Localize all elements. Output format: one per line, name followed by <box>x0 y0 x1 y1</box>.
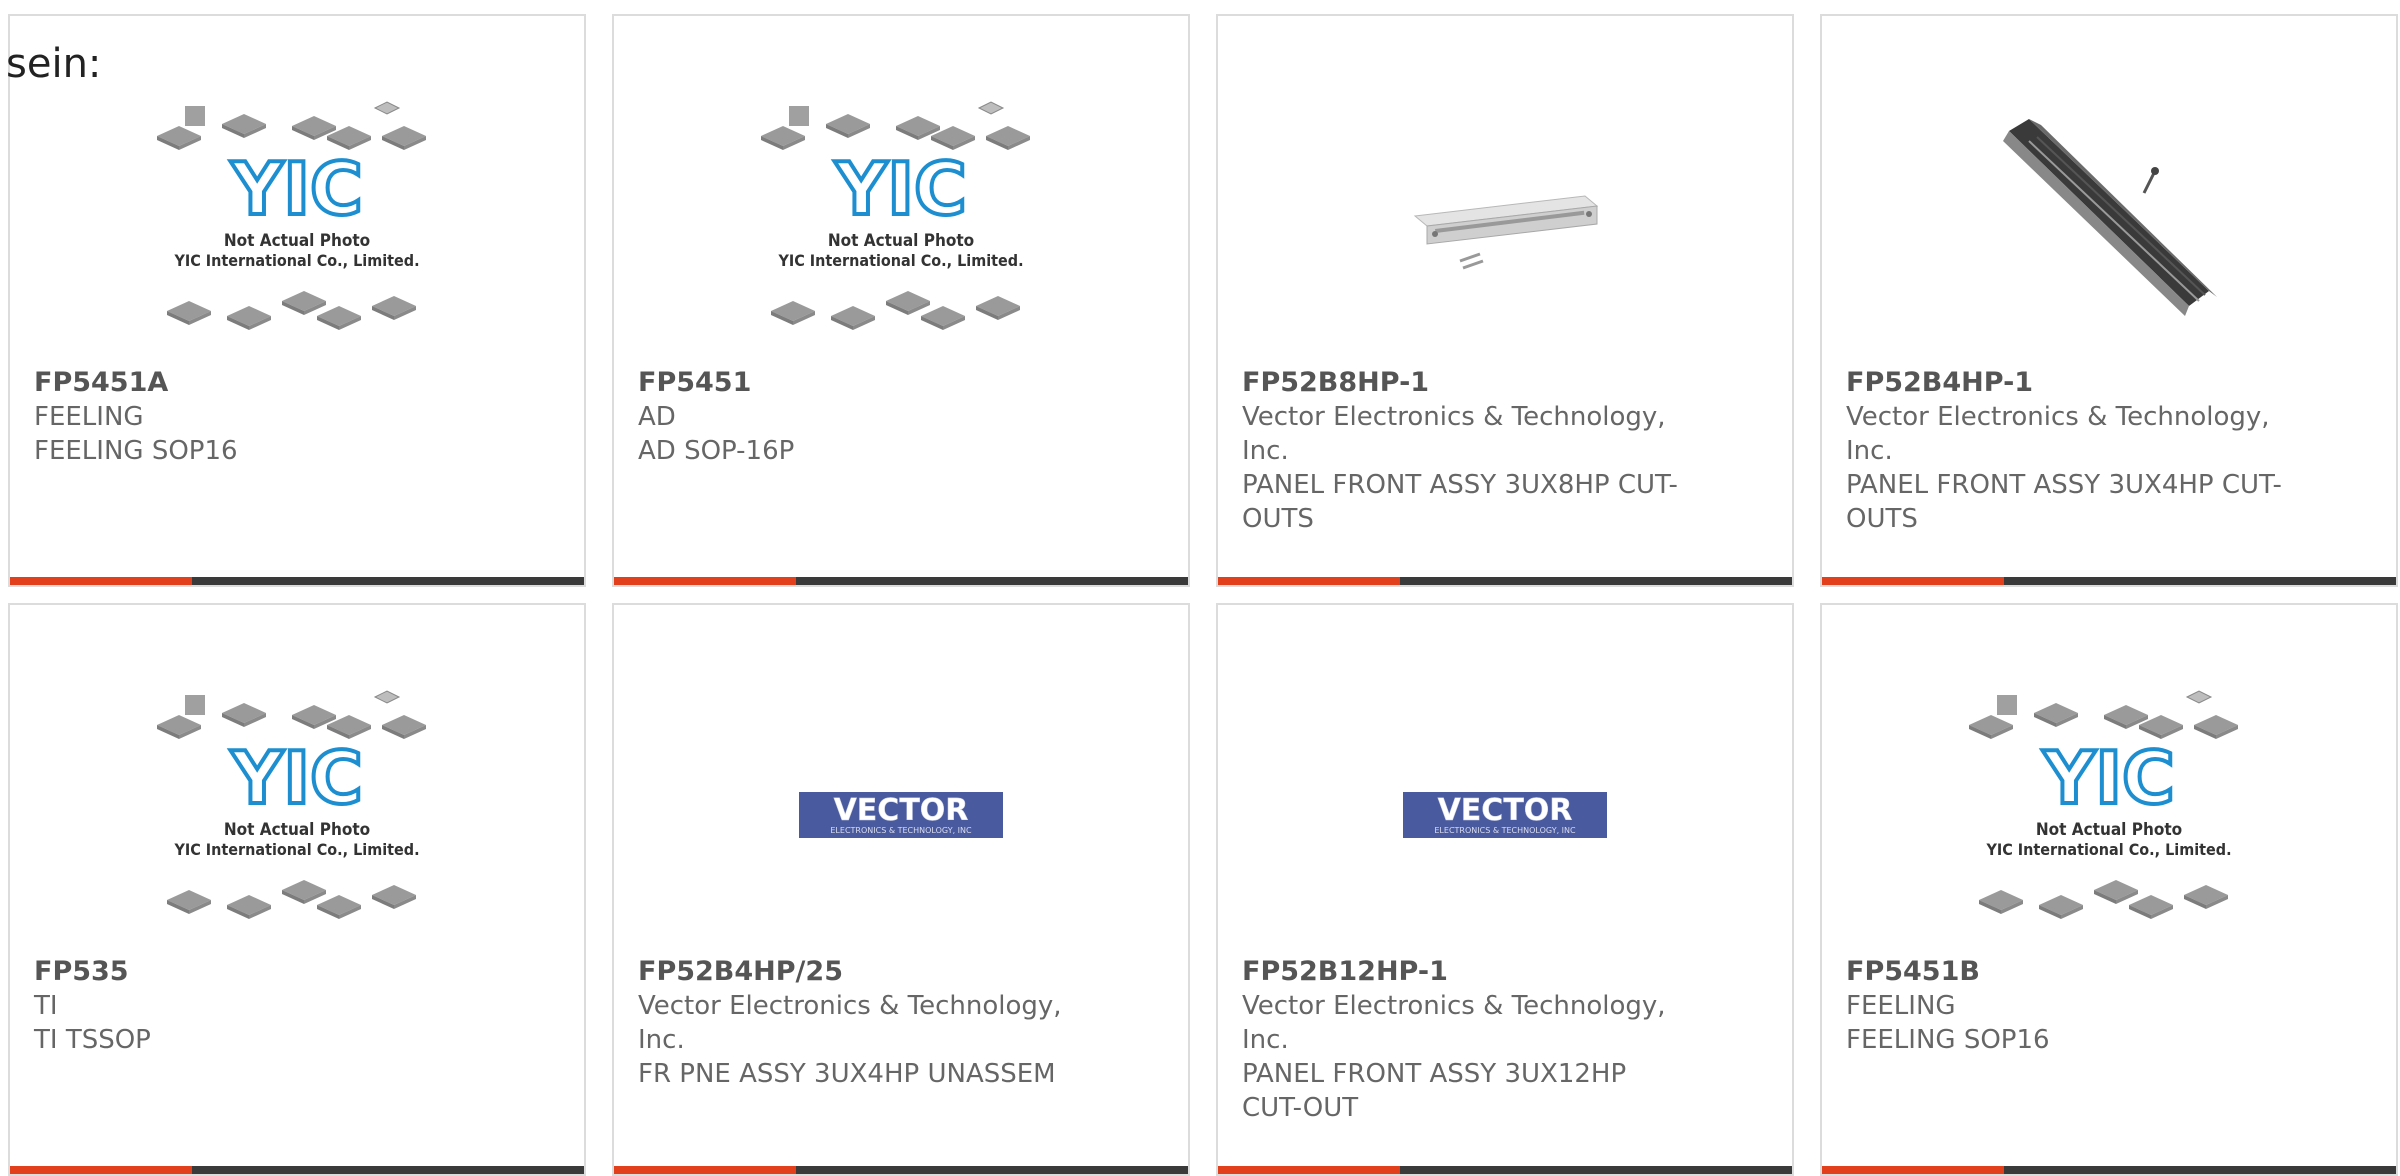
card-footer-bar <box>10 1166 584 1174</box>
product-card[interactable]: YIC Not Actual Photo YIC International C… <box>612 14 1190 587</box>
card-footer-bar <box>614 1166 1188 1174</box>
card-accent-bar <box>1822 577 2004 585</box>
product-card[interactable]: FP52B8HP-1 Vector Electronics & Technolo… <box>1216 14 1794 587</box>
manufacturer: Vector Electronics & Technology, Inc. <box>638 991 1062 1055</box>
yic-placeholder-icon: YIC Not Actual Photo YIC International C… <box>157 690 426 919</box>
card-accent-bar <box>614 577 796 585</box>
product-info: FP5451A FEELING FEELING SOP16 <box>34 366 474 468</box>
svg-text:YIC: YIC <box>230 736 363 820</box>
svg-text:YIC: YIC <box>834 147 967 231</box>
part-number[interactable]: FP52B12HP-1 <box>1242 955 1682 989</box>
yic-placeholder-icon: YIC Not Actual Photo YIC International C… <box>1969 690 2238 919</box>
card-footer-bar <box>1822 1166 2396 1174</box>
svg-text:ELECTRONICS & TECHNOLOGY, INC: ELECTRONICS & TECHNOLOGY, INC <box>1434 826 1576 835</box>
product-info: FP5451B FEELING FEELING SOP16 <box>1846 955 2286 1057</box>
manufacturer: Vector Electronics & Technology, Inc. <box>1242 402 1666 466</box>
product-image-yic-placeholder[interactable]: YIC Not Actual Photo YIC International C… <box>614 76 1188 376</box>
svg-text:VECTOR: VECTOR <box>1438 793 1573 828</box>
panel-photo-icon <box>1413 195 1599 270</box>
svg-text:YIC International Co., Limited: YIC International Co., Limited. <box>777 251 1023 270</box>
product-card[interactable]: VECTOR ELECTRONICS & TECHNOLOGY, INC FP5… <box>1216 603 1794 1176</box>
part-number[interactable]: FP52B4HP/25 <box>638 955 1078 989</box>
svg-text:Not Actual Photo: Not Actual Photo <box>2036 820 2182 840</box>
product-card[interactable]: YIC Not Actual Photo YIC International C… <box>8 14 586 587</box>
card-footer-bar <box>614 577 1188 585</box>
card-accent-bar <box>1822 1166 2004 1174</box>
card-footer-bar <box>10 577 584 585</box>
product-image-vector-logo[interactable]: VECTOR ELECTRONICS & TECHNOLOGY, INC <box>614 665 1188 965</box>
svg-text:YIC International Co., Limited: YIC International Co., Limited. <box>173 251 419 270</box>
vector-logo-icon: VECTOR ELECTRONICS & TECHNOLOGY, INC <box>799 792 1003 838</box>
product-image-yic-placeholder[interactable]: YIC Not Actual Photo YIC International C… <box>10 665 584 965</box>
description: FEELING SOP16 <box>1846 1025 2050 1055</box>
product-info: FP5451 AD AD SOP-16P <box>638 366 1078 468</box>
card-accent-bar <box>614 1166 796 1174</box>
svg-text:YIC International Co., Limited: YIC International Co., Limited. <box>1985 840 2231 859</box>
product-card[interactable]: FP52B4HP-1 Vector Electronics & Technolo… <box>1820 14 2398 587</box>
card-footer-bar <box>1822 577 2396 585</box>
yic-placeholder-icon: YIC Not Actual Photo YIC International C… <box>157 101 426 330</box>
manufacturer: FEELING <box>34 402 144 432</box>
card-accent-bar <box>1218 1166 1400 1174</box>
card-accent-bar <box>10 577 192 585</box>
part-number[interactable]: FP535 <box>34 955 474 989</box>
description: AD SOP-16P <box>638 436 795 466</box>
manufacturer: AD <box>638 402 676 432</box>
product-card[interactable]: YIC Not Actual Photo YIC International C… <box>8 603 586 1176</box>
svg-text:Not Actual Photo: Not Actual Photo <box>828 231 974 251</box>
svg-text:YIC: YIC <box>230 147 363 231</box>
rail-photo-icon <box>2003 119 2217 316</box>
description: PANEL FRONT ASSY 3UX8HP CUT-OUTS <box>1242 470 1678 534</box>
product-info: FP535 TI TI TSSOP <box>34 955 474 1057</box>
product-card[interactable]: VECTOR ELECTRONICS & TECHNOLOGY, INC FP5… <box>612 603 1190 1176</box>
svg-text:Not Actual Photo: Not Actual Photo <box>224 820 370 840</box>
product-image-panel-photo[interactable] <box>1218 76 1792 376</box>
card-footer-bar <box>1218 1166 1792 1174</box>
svg-text:YIC: YIC <box>2042 736 2175 820</box>
vector-logo-icon: VECTOR ELECTRONICS & TECHNOLOGY, INC <box>1403 792 1607 838</box>
part-number[interactable]: FP52B4HP-1 <box>1846 366 2286 400</box>
product-card[interactable]: YIC Not Actual Photo YIC International C… <box>1820 603 2398 1176</box>
intro-text: sein: <box>6 41 102 87</box>
product-info: FP52B4HP/25 Vector Electronics & Technol… <box>638 955 1078 1091</box>
manufacturer: FEELING <box>1846 991 1956 1021</box>
product-info: FP52B12HP-1 Vector Electronics & Technol… <box>1242 955 1682 1125</box>
product-image-vector-logo[interactable]: VECTOR ELECTRONICS & TECHNOLOGY, INC <box>1218 665 1792 965</box>
card-footer-bar <box>1218 577 1792 585</box>
description: FEELING SOP16 <box>34 436 238 466</box>
product-image-yic-placeholder[interactable]: YIC Not Actual Photo YIC International C… <box>1822 665 2396 965</box>
svg-text:ELECTRONICS & TECHNOLOGY, INC: ELECTRONICS & TECHNOLOGY, INC <box>830 826 972 835</box>
svg-text:Not Actual Photo: Not Actual Photo <box>224 231 370 251</box>
svg-text:VECTOR: VECTOR <box>834 793 969 828</box>
description: PANEL FRONT ASSY 3UX4HP CUT-OUTS <box>1846 470 2282 534</box>
svg-text:YIC International Co., Limited: YIC International Co., Limited. <box>173 840 419 859</box>
manufacturer: Vector Electronics & Technology, Inc. <box>1242 991 1666 1055</box>
part-number[interactable]: FP5451A <box>34 366 474 400</box>
description: TI TSSOP <box>34 1025 151 1055</box>
manufacturer: Vector Electronics & Technology, Inc. <box>1846 402 2270 466</box>
manufacturer: TI <box>34 991 58 1021</box>
card-accent-bar <box>10 1166 192 1174</box>
description: PANEL FRONT ASSY 3UX12HP CUT-OUT <box>1242 1059 1627 1123</box>
part-number[interactable]: FP5451 <box>638 366 1078 400</box>
part-number[interactable]: FP52B8HP-1 <box>1242 366 1682 400</box>
product-info: FP52B8HP-1 Vector Electronics & Technolo… <box>1242 366 1682 536</box>
description: FR PNE ASSY 3UX4HP UNASSEM <box>638 1059 1056 1089</box>
product-image-yic-placeholder[interactable]: YIC Not Actual Photo YIC International C… <box>10 76 584 376</box>
product-info: FP52B4HP-1 Vector Electronics & Technolo… <box>1846 366 2286 536</box>
part-number[interactable]: FP5451B <box>1846 955 2286 989</box>
card-accent-bar <box>1218 577 1400 585</box>
product-image-rail-photo[interactable] <box>1822 76 2396 376</box>
yic-placeholder-icon: YIC Not Actual Photo YIC International C… <box>761 101 1030 330</box>
